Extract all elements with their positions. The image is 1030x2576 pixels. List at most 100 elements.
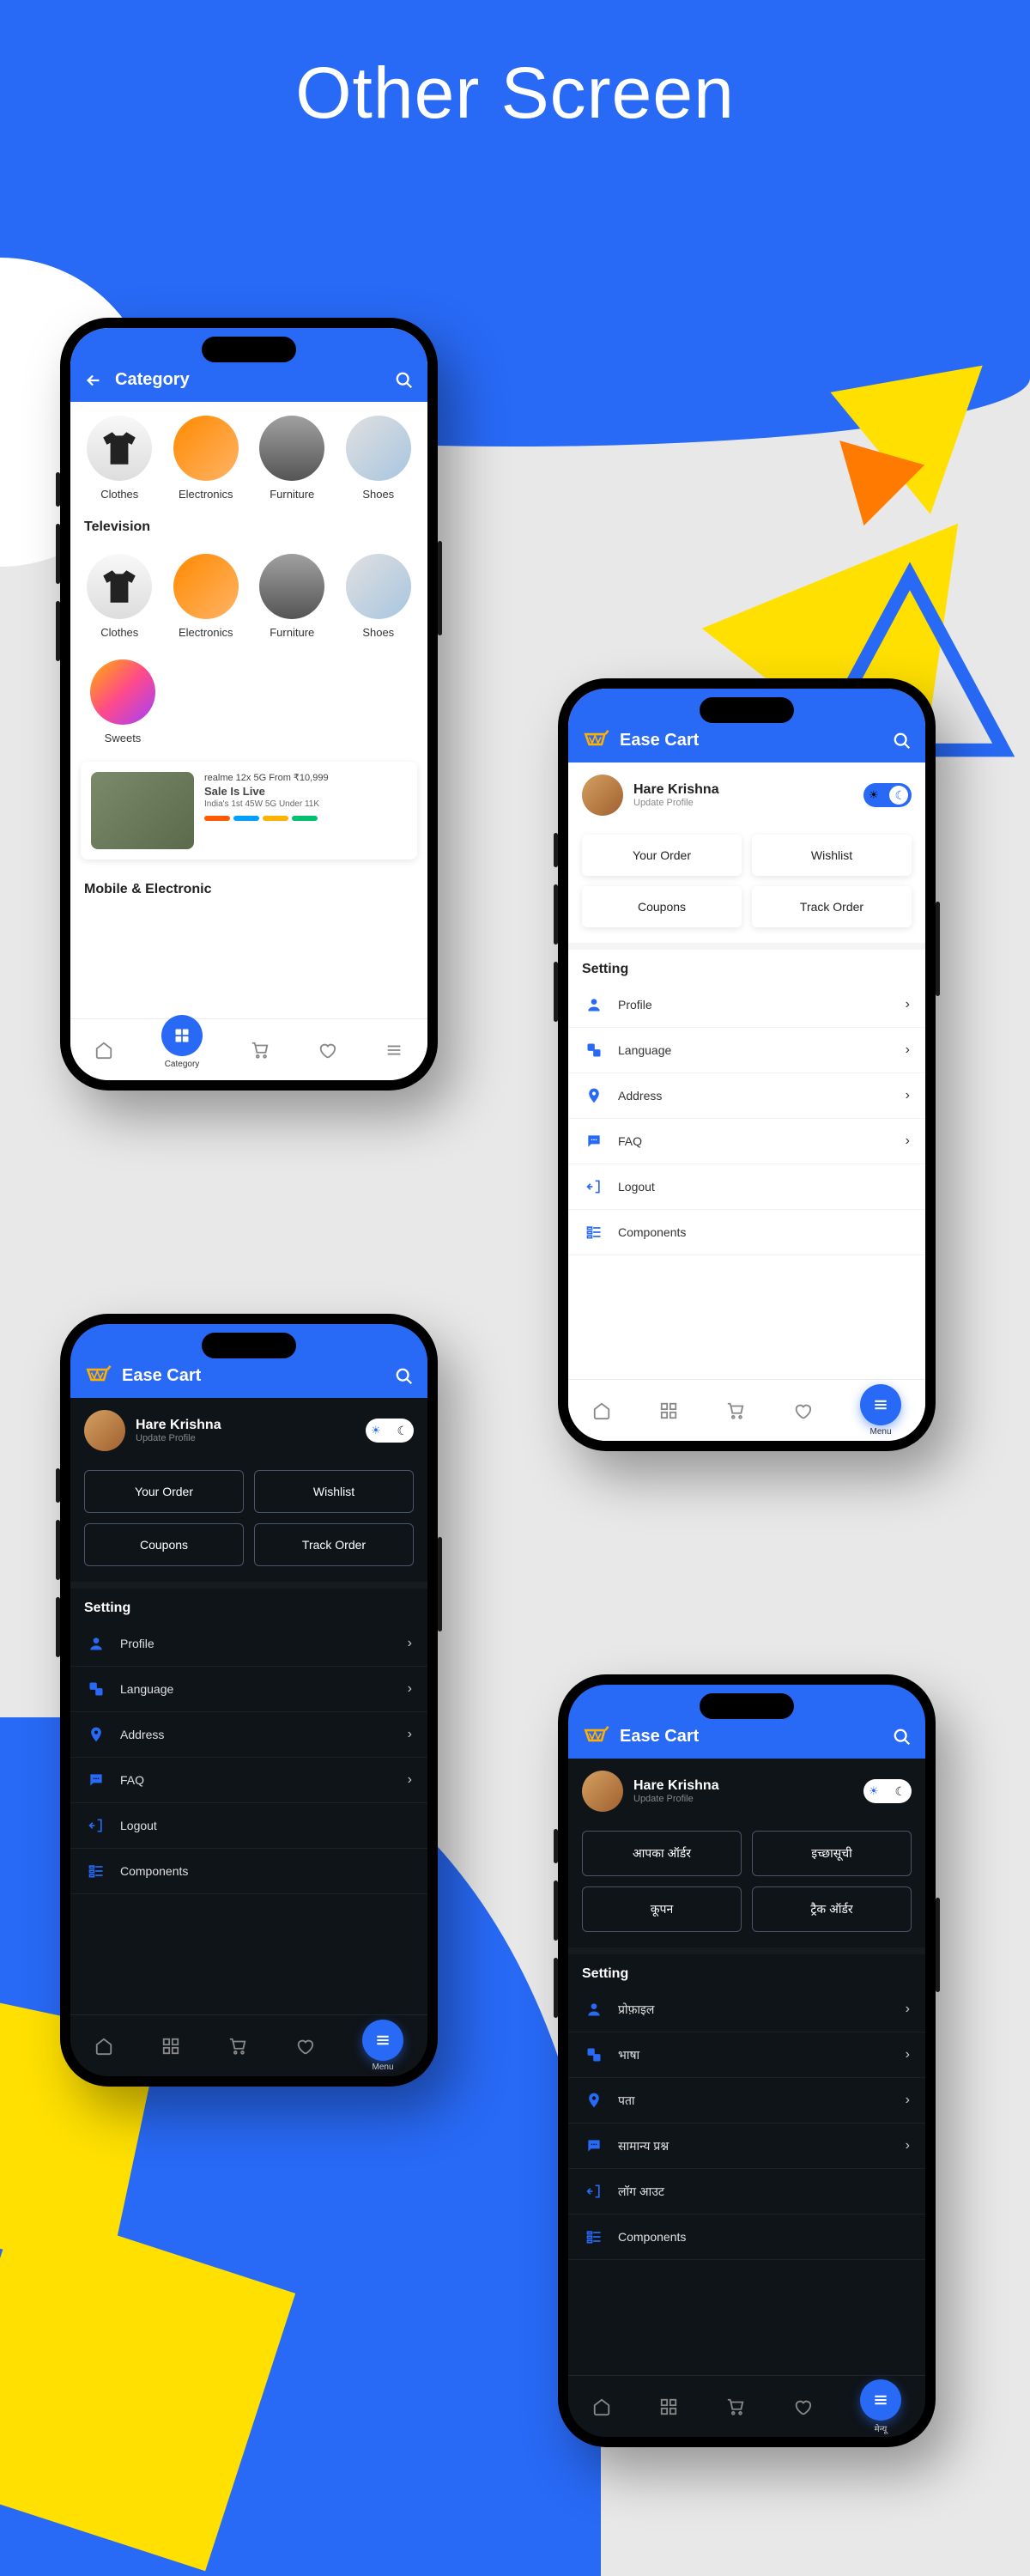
- search-icon[interactable]: [395, 1367, 414, 1386]
- nav-wishlist[interactable]: [793, 2397, 812, 2416]
- theme-toggle[interactable]: ☀ ☾: [863, 1779, 912, 1803]
- category-thumb: [173, 416, 239, 481]
- category-row: Clothes Electronics Furniture Shoes: [70, 540, 427, 646]
- fab-label: Menu: [869, 1427, 891, 1437]
- category-item-electronics[interactable]: Electronics: [167, 554, 245, 639]
- category-item-sweets[interactable]: Sweets: [81, 659, 165, 744]
- setting-components[interactable]: Components: [70, 1849, 427, 1894]
- setting-address[interactable]: Address›: [70, 1712, 427, 1758]
- setting-logout[interactable]: Logout: [568, 1164, 925, 1210]
- phone-mockup-profile-dark-hindi: Ease Cart Hare Krishna Update Profile ☀ …: [558, 1674, 936, 2447]
- category-label: Electronics: [179, 488, 233, 501]
- nav-cart[interactable]: [228, 2037, 247, 2056]
- profile-update-link[interactable]: Update Profile: [633, 1794, 853, 1804]
- theme-toggle[interactable]: ☀ ☾: [366, 1419, 414, 1443]
- setting-language[interactable]: Language›: [568, 1028, 925, 1073]
- app-name: Ease Cart: [122, 1366, 395, 1386]
- category-thumb: [259, 416, 324, 481]
- nav-menu-fab[interactable]: मेन्यू: [860, 2379, 901, 2434]
- category-thumb: [87, 554, 152, 619]
- setting-logout[interactable]: Logout: [70, 1803, 427, 1849]
- nav-cart[interactable]: [251, 1041, 270, 1060]
- setting-address[interactable]: पता›: [568, 2078, 925, 2123]
- nav-menu-fab[interactable]: Menu: [362, 2020, 403, 2072]
- nav-menu-fab[interactable]: Menu: [860, 1384, 901, 1437]
- translate-icon: [86, 1679, 106, 1699]
- settings-list: प्रोफ़ाइल› भाषा› पता› सामान्य प्रश्न› लॉ…: [568, 1987, 925, 2260]
- setting-address[interactable]: Address›: [568, 1073, 925, 1119]
- category-item-shoes[interactable]: Shoes: [340, 554, 418, 639]
- sun-icon: ☀: [869, 1784, 879, 1798]
- avatar[interactable]: [582, 775, 623, 816]
- category-item-furniture[interactable]: Furniture: [253, 416, 331, 501]
- setting-profile[interactable]: प्रोफ़ाइल›: [568, 1987, 925, 2032]
- category-item-clothes[interactable]: Clothes: [81, 554, 159, 639]
- setting-components[interactable]: Components: [568, 2215, 925, 2260]
- banner-line3: India's 1st 45W 5G Under 11K: [204, 799, 407, 809]
- setting-logout[interactable]: लॉग आउट: [568, 2169, 925, 2215]
- nav-wishlist[interactable]: [318, 1041, 336, 1060]
- profile-header: Hare Krishna Update Profile ☀ ☾: [70, 1398, 427, 1463]
- setting-components[interactable]: Components: [568, 1210, 925, 1255]
- nav-category[interactable]: [659, 1401, 678, 1420]
- nav-category[interactable]: [161, 1015, 203, 1056]
- action-wishlist[interactable]: Wishlist: [752, 835, 912, 876]
- profile-update-link[interactable]: Update Profile: [633, 798, 853, 808]
- setting-label: भाषा: [618, 2047, 892, 2063]
- action-coupons[interactable]: कूपन: [582, 1886, 742, 1932]
- nav-wishlist[interactable]: [295, 2037, 314, 2056]
- nav-home[interactable]: [592, 1401, 611, 1420]
- nav-cart[interactable]: [726, 2397, 745, 2416]
- action-wishlist[interactable]: Wishlist: [254, 1470, 414, 1513]
- category-item-electronics[interactable]: Electronics: [167, 416, 245, 501]
- nav-menu[interactable]: [385, 1041, 403, 1060]
- setting-profile[interactable]: Profile›: [70, 1621, 427, 1667]
- setting-profile[interactable]: Profile›: [568, 982, 925, 1028]
- search-icon[interactable]: [893, 1728, 912, 1747]
- action-coupons[interactable]: Coupons: [582, 886, 742, 927]
- action-your-order[interactable]: Your Order: [582, 835, 742, 876]
- nav-home[interactable]: [94, 2037, 113, 2056]
- avatar[interactable]: [582, 1771, 623, 1812]
- action-coupons[interactable]: Coupons: [84, 1523, 244, 1566]
- chevron-right-icon: ›: [906, 997, 910, 1012]
- category-item-furniture[interactable]: Furniture: [253, 554, 331, 639]
- profile-update-link[interactable]: Update Profile: [136, 1433, 355, 1443]
- category-thumb: [346, 416, 411, 481]
- action-your-order[interactable]: Your Order: [84, 1470, 244, 1513]
- category-thumb: [90, 659, 155, 725]
- back-icon[interactable]: [84, 371, 103, 390]
- theme-toggle[interactable]: ☀ ☾: [863, 783, 912, 807]
- nav-category[interactable]: [659, 2397, 678, 2416]
- setting-label: Profile: [120, 1637, 394, 1650]
- nav-home[interactable]: [94, 1041, 113, 1060]
- action-wishlist[interactable]: इच्छासूची: [752, 1831, 912, 1876]
- setting-language[interactable]: भाषा›: [568, 2032, 925, 2078]
- phone-mockup-category: Category Clothes Electronics Furniture S…: [60, 318, 438, 1091]
- promo-banner[interactable]: realme 12x 5G From ₹10,999 Sale Is Live …: [81, 762, 417, 860]
- components-icon: [86, 1861, 106, 1881]
- category-item-shoes[interactable]: Shoes: [340, 416, 418, 501]
- search-icon[interactable]: [395, 371, 414, 390]
- menu-icon: [871, 2391, 890, 2409]
- action-track-order[interactable]: ट्रैक ऑर्डर: [752, 1886, 912, 1932]
- action-track-order[interactable]: Track Order: [254, 1523, 414, 1566]
- chat-icon: [86, 1770, 106, 1790]
- setting-label: Logout: [618, 1180, 910, 1194]
- category-item-clothes[interactable]: Clothes: [81, 416, 159, 501]
- nav-wishlist[interactable]: [793, 1401, 812, 1420]
- setting-faq[interactable]: सामान्य प्रश्न›: [568, 2123, 925, 2169]
- nav-category[interactable]: [161, 2037, 180, 2056]
- search-icon[interactable]: [893, 732, 912, 750]
- setting-faq[interactable]: FAQ›: [568, 1119, 925, 1164]
- nav-home[interactable]: [592, 2397, 611, 2416]
- person-icon: [584, 1999, 604, 2020]
- section-title: Television: [70, 507, 427, 540]
- action-track-order[interactable]: Track Order: [752, 886, 912, 927]
- nav-cart[interactable]: [726, 1401, 745, 1420]
- setting-title: Setting: [568, 1954, 925, 1987]
- action-your-order[interactable]: आपका ऑर्डर: [582, 1831, 742, 1876]
- setting-language[interactable]: Language›: [70, 1667, 427, 1712]
- setting-faq[interactable]: FAQ›: [70, 1758, 427, 1803]
- avatar[interactable]: [84, 1410, 125, 1451]
